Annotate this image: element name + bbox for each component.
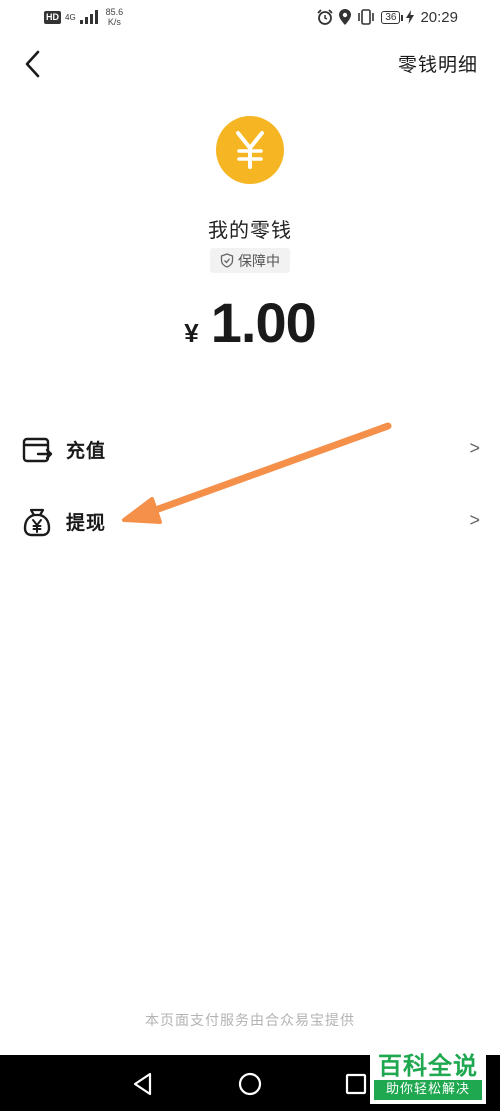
square-recents-icon: [345, 1073, 367, 1095]
protection-label: 保障中: [238, 253, 280, 270]
signal-icon: [79, 10, 98, 24]
watermark-sub: 助你轻松解决: [374, 1080, 482, 1100]
chevron-right-icon: >: [469, 510, 480, 530]
clock: 20:29: [420, 8, 458, 26]
vibrate-icon: [358, 9, 375, 25]
battery-indicator: 36: [381, 10, 404, 24]
nav-back-button[interactable]: [128, 1069, 158, 1099]
chevron-left-icon: [25, 50, 40, 78]
protection-badge: 保障中: [210, 248, 290, 273]
top-bar: 零钱明细: [0, 40, 500, 90]
status-right: 36 20:29: [317, 7, 458, 27]
footer-provider-note: 本页面支付服务由合众易宝提供: [145, 1013, 355, 1029]
triangle-back-icon: [133, 1072, 152, 1096]
nav-home-button[interactable]: [235, 1069, 265, 1099]
currency-symbol: ¥: [184, 318, 199, 348]
alarm-icon: [317, 9, 333, 25]
speed-value: 85.6: [105, 7, 124, 17]
balance-amount: 1.00: [210, 291, 317, 354]
wallet-title: 我的零钱: [208, 218, 292, 242]
chevron-right-icon: >: [469, 438, 480, 458]
speed-unit: K/s: [107, 17, 121, 27]
menu-item-withdraw[interactable]: 提现 >: [0, 497, 500, 547]
yuan-symbol-icon: [236, 131, 264, 169]
balance-detail-link[interactable]: 零钱明细: [398, 50, 478, 77]
circle-home-icon: [238, 1072, 262, 1096]
balance-display: ¥ 1.00: [0, 290, 500, 355]
location-icon: [339, 9, 352, 25]
status-bar: HD 4G 85.6 K/s 36 20:29: [0, 0, 500, 36]
nav-recents-button[interactable]: [341, 1069, 371, 1099]
status-left: HD 4G 85.6 K/s: [44, 6, 123, 28]
menu-label-withdraw: 提现: [66, 512, 107, 534]
charging-icon: [406, 10, 415, 24]
hd-badge: HD: [44, 10, 61, 24]
menu-item-recharge[interactable]: 充值 >: [0, 425, 500, 475]
watermark-logo: 百科全说 助你轻松解决: [370, 1052, 486, 1104]
watermark-main: 百科全说: [378, 1052, 478, 1080]
money-bag-icon: [23, 508, 51, 537]
network-type: 4G: [65, 12, 76, 22]
yuan-coin-icon: [216, 116, 284, 184]
back-button[interactable]: [18, 48, 50, 80]
network-speed: 85.6 K/s: [106, 7, 124, 27]
shield-icon: [220, 253, 234, 268]
wallet-card-icon: [22, 437, 53, 463]
menu-label-recharge: 充值: [66, 440, 107, 462]
